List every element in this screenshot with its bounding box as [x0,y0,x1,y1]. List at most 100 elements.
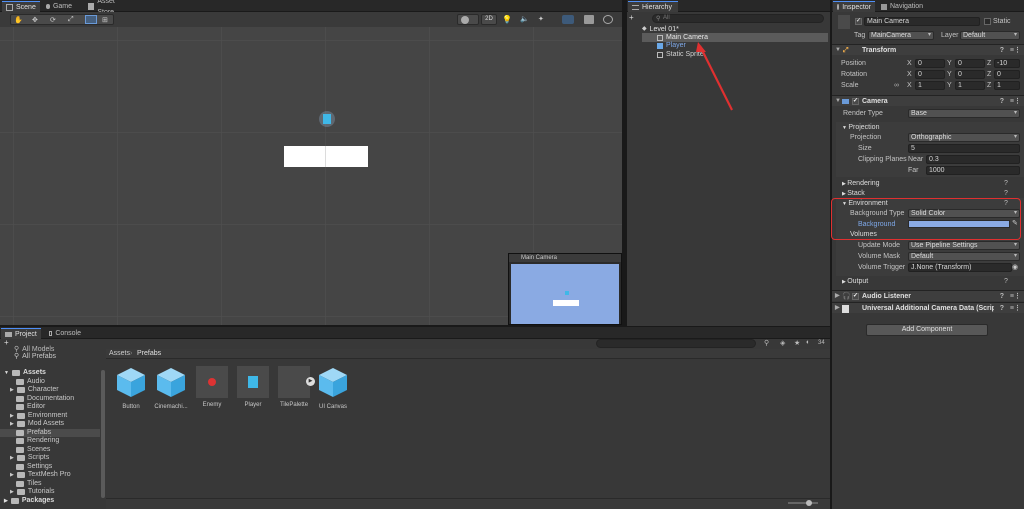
help-icon[interactable]: ? [1000,96,1004,107]
far-field[interactable]: 1000 [926,166,1020,175]
tab-console[interactable]: Console [45,328,85,339]
layer-dropdown[interactable]: Default [960,31,1020,40]
draw-mode-dropdown[interactable] [457,14,479,25]
folder-tiles[interactable]: Tiles [16,480,42,488]
position-z-field[interactable]: -10 [994,59,1020,68]
rotation-x-field[interactable]: 0 [915,70,945,79]
volume-mask-dropdown[interactable]: Default [908,252,1020,261]
hierarchy-add-button[interactable]: + [629,14,641,23]
hierarchy-search-input[interactable]: All [652,14,824,23]
folder-character[interactable]: ▶ Character [10,386,59,394]
rotation-y-field[interactable]: 0 [955,70,985,79]
update-mode-dropdown[interactable]: Use Pipeline Settings [908,241,1020,250]
render-type-dropdown[interactable]: Base [908,109,1020,118]
help-icon[interactable]: ? [1000,45,1004,56]
help-icon[interactable]: ? [1004,180,1008,187]
effects-toggle-icon[interactable]: ✦ [538,15,548,24]
breadcrumb-prefabs[interactable]: Prefabs [137,349,161,359]
more-icon[interactable]: ⋮ [1014,96,1021,107]
active-checkbox[interactable]: ✓ [855,18,862,25]
help-icon[interactable]: ? [1004,190,1008,197]
help-icon[interactable]: ? [1004,278,1008,285]
position-y-field[interactable]: 0 [955,59,985,68]
search-by-type-icon[interactable]: ⚲ [764,339,769,347]
help-icon[interactable]: ? [1000,303,1004,314]
position-x-field[interactable]: 0 [915,59,945,68]
stack-foldout[interactable]: ▶ Stack [842,190,865,197]
expand-icon[interactable]: ▶ [306,377,315,386]
near-field[interactable]: 0.3 [926,155,1020,164]
audio-listener-checkbox[interactable]: ✓ [852,293,859,300]
folder-settings[interactable]: Settings [16,463,52,471]
tag-dropdown[interactable]: MainCamera [868,31,934,40]
more-icon[interactable]: ⋮ [1014,45,1021,56]
rect-tool-icon[interactable] [85,15,97,24]
rotation-z-field[interactable]: 0 [994,70,1020,79]
object-picker-icon[interactable]: ◉ [1012,263,1018,271]
tab-hierarchy[interactable]: Hierarchy [628,1,678,12]
camera-header[interactable]: ▼ ✓ Camera ? ≡ ⋮ [832,95,1024,106]
player-sprite[interactable] [319,111,335,127]
hidden-packages-icon[interactable]: ◐ [806,339,810,346]
tab-navigation[interactable]: Navigation [877,1,929,12]
tab-game[interactable]: Game [42,1,76,12]
scale-x-field[interactable]: 1 [915,81,945,90]
help-icon[interactable]: ? [1000,291,1004,302]
link-icon[interactable]: ∞ [894,82,899,89]
transform-tool-icon[interactable]: ⊞ [102,16,112,24]
rendering-foldout[interactable]: ▶ Rendering [842,180,880,187]
transform-header[interactable]: ▼ ⤢ Transform ? ≡ ⋮ [832,44,1024,55]
scale-y-field[interactable]: 1 [955,81,985,90]
gizmos-icon[interactable] [603,15,613,24]
folder-mod-assets[interactable]: ▶ Mod Assets [10,420,64,428]
mode-2d-toggle[interactable]: 2D [481,14,497,25]
folder-scripts[interactable]: ▶ Scripts [10,454,49,462]
folder-documentation[interactable]: Documentation [16,395,74,403]
add-component-button[interactable]: Add Component [866,324,988,336]
folder-prefabs[interactable]: Prefabs [0,429,100,437]
hidden-objects-icon[interactable] [562,15,574,24]
rotate-tool-icon[interactable]: ⟳ [50,16,60,24]
folder-assets[interactable]: ▼ Assets [4,369,46,377]
hand-tool-icon[interactable]: ✋ [14,16,24,24]
tab-inspector[interactable]: Inspector [833,1,875,12]
camera-enabled-checkbox[interactable]: ✓ [852,98,859,105]
search-by-label-icon[interactable]: ◈ [780,339,785,347]
folder-rendering[interactable]: Rendering [16,437,59,445]
static-checkbox[interactable] [984,18,991,25]
asset-tilepalette[interactable]: ▶ TilePalette [277,366,315,408]
icon-size-slider[interactable] [788,500,818,506]
move-tool-icon[interactable]: ✥ [32,16,42,24]
scale-tool-icon[interactable]: ⤢ [68,16,78,24]
more-icon[interactable]: ⋮ [1014,303,1021,314]
lighting-toggle-icon[interactable]: 💡 [502,15,512,24]
camera-settings-icon[interactable] [584,15,594,24]
folder-tutorials[interactable]: ▶ Tutorials [10,488,54,496]
favorite-all-prefabs[interactable]: ⚲ All Prefabs [14,353,56,361]
folder-textmesh-pro[interactable]: ▶ TextMesh Pro [10,471,71,479]
asset-enemy[interactable]: Enemy [195,366,229,408]
volume-trigger-field[interactable]: J.None (Transform) [908,263,1012,272]
more-icon[interactable]: ⋮ [1014,291,1021,302]
projection-foldout[interactable]: ▼ Projection [842,124,879,131]
folder-environment[interactable]: ▶ Environment [10,412,67,420]
slider-thumb[interactable] [806,500,812,506]
audio-listener-header[interactable]: ▶ 🎧 ✓ Audio Listener ? ≡ ⋮ [832,290,1024,301]
asset-cinemachine[interactable]: Cinemachi... [154,366,188,410]
favorite-icon[interactable]: ★ [794,339,800,347]
audio-toggle-icon[interactable]: 🔈 [520,15,530,24]
folder-scenes[interactable]: Scenes [16,446,50,454]
asset-player[interactable]: Player [236,366,270,408]
folder-editor[interactable]: Editor [16,403,45,411]
tab-scene[interactable]: Scene [2,1,40,12]
camera-frame-sprite[interactable] [284,146,368,167]
size-field[interactable]: 5 [908,144,1020,153]
project-search-input[interactable] [596,339,756,348]
folder-tree-scrollbar[interactable] [101,370,105,498]
breadcrumb-assets[interactable]: Assets [109,349,130,359]
universal-camera-data-header[interactable]: ▶ Universal Additional Camera Data (Scri… [832,302,1024,313]
asset-ui-canvas[interactable]: UI Canvas [316,366,350,410]
projection-dropdown[interactable]: Orthographic [908,133,1020,142]
output-foldout[interactable]: ▶ Output [842,278,868,285]
object-name-field[interactable]: Main Camera [864,17,980,26]
